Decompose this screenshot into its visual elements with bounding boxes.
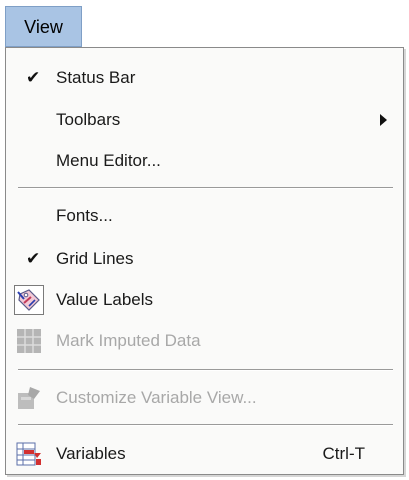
- menu-item-label: Toolbars: [56, 110, 121, 129]
- menu-item-label: Value Labels: [56, 290, 154, 309]
- menu-item-fonts[interactable]: Fonts...: [6, 198, 403, 234]
- menu-item-label: Mark Imputed Data: [56, 331, 201, 350]
- menu-item-mark-imputed-data: Mark Imputed Data: [6, 323, 403, 359]
- menu-item-label: Grid Lines: [56, 249, 134, 268]
- menu-item-grid-lines[interactable]: ✔ Grid Lines: [6, 241, 403, 277]
- checkmark-icon: ✔: [26, 68, 41, 88]
- menu-item-label: Customize Variable View...: [56, 388, 257, 407]
- customize-variable-icon: [14, 383, 44, 413]
- value-labels-tag-icon: [14, 285, 44, 315]
- menu-item-label: Menu Editor...: [56, 151, 161, 170]
- menu-item-menu-editor[interactable]: Menu Editor...: [6, 143, 403, 179]
- checkmark-icon: ✔: [26, 249, 41, 269]
- menu-item-label: Variables: [56, 444, 126, 463]
- menu-item-value-labels[interactable]: Value Labels: [6, 282, 403, 318]
- menu-separator: [18, 369, 393, 371]
- menu-title-view[interactable]: View: [5, 6, 82, 47]
- menu-item-variables[interactable]: Variables Ctrl-T: [6, 436, 403, 472]
- keyboard-shortcut: Ctrl-T: [322, 444, 365, 463]
- menu-item-toolbars[interactable]: Toolbars: [6, 102, 403, 138]
- menu-item-label: Fonts...: [56, 206, 113, 225]
- menu-item-status-bar[interactable]: ✔ Status Bar: [6, 60, 403, 96]
- submenu-arrow-icon: [380, 114, 387, 126]
- grid-icon: [14, 326, 44, 356]
- menu-separator: [18, 187, 393, 189]
- variables-icon: [14, 439, 44, 469]
- menu-item-customize-variable-view: Customize Variable View...: [6, 380, 403, 416]
- menu-item-label: Status Bar: [56, 68, 136, 87]
- menu-separator: [18, 424, 393, 426]
- view-dropdown-menu: ✔ Status Bar Toolbars Menu Editor... Fon…: [5, 47, 404, 475]
